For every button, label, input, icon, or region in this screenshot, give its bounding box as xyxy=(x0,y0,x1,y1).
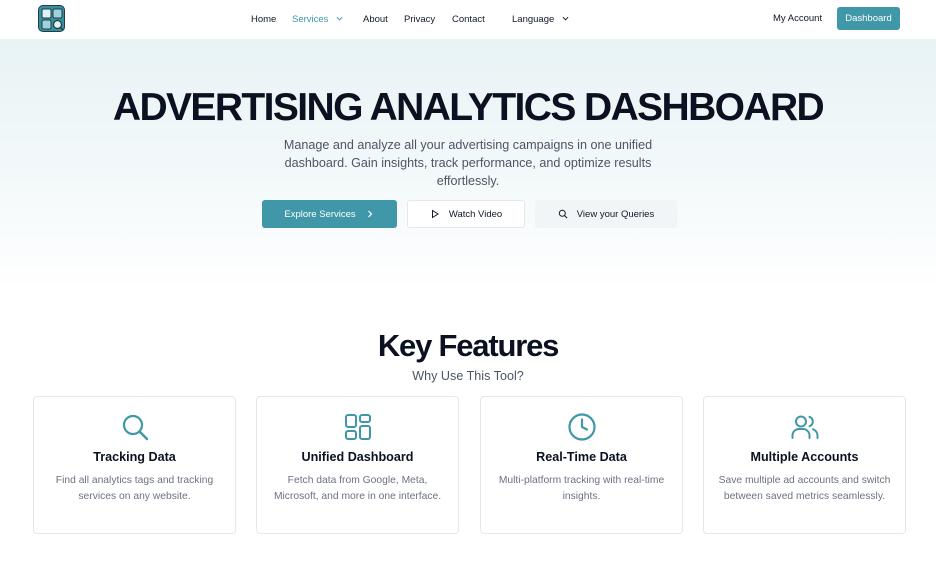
feature-title: Multiple Accounts xyxy=(750,450,859,464)
chevron-right-icon xyxy=(367,210,372,218)
hero-subtitle: Manage and analyze all your advertising … xyxy=(283,138,653,188)
nav-services-label: Services xyxy=(292,13,329,25)
features-title: Key Features xyxy=(377,328,560,363)
feature-title: Tracking Data xyxy=(93,450,176,464)
dashboard-button[interactable]: Dashboard xyxy=(837,7,900,30)
language-dropdown[interactable]: Language xyxy=(512,14,569,25)
app-logo[interactable] xyxy=(38,5,65,32)
hero-title: ADVERTISING ANALYTICS DASHBOARD xyxy=(112,86,825,129)
view-queries-label: View your Queries xyxy=(576,208,655,220)
top-navbar: Home Services About Privacy Contact Lang… xyxy=(0,0,936,40)
feature-description: Fetch data from Google, Meta, Microsoft,… xyxy=(273,475,442,502)
play-icon xyxy=(431,209,439,219)
nav-privacy[interactable]: Privacy xyxy=(404,14,435,25)
nav-home[interactable]: Home xyxy=(251,14,276,25)
watch-video-button[interactable]: Watch Video xyxy=(407,200,525,228)
search-icon xyxy=(558,209,568,219)
explore-services-button[interactable]: Explore Services xyxy=(262,200,397,228)
dashboard-grid-icon xyxy=(345,414,371,440)
features-subtitle: Why Use This Tool? xyxy=(412,369,524,383)
feature-description: Multi-platform tracking with real-time i… xyxy=(498,475,665,502)
search-icon xyxy=(122,414,149,441)
feature-title: Real-Time Data xyxy=(536,450,627,464)
nav-services[interactable]: Services xyxy=(292,14,343,25)
feature-card-dashboard: Unified Dashboard Fetch data from Google… xyxy=(256,396,459,534)
explore-services-label: Explore Services xyxy=(284,208,356,220)
feature-card-accounts: Multiple Accounts Save multiple ad accou… xyxy=(703,396,906,534)
logo-icon xyxy=(41,8,64,31)
feature-description: Find all analytics tags and tracking ser… xyxy=(55,475,214,502)
feature-card-realtime: Real-Time Data Multi-platform tracking w… xyxy=(480,396,683,534)
my-account-link[interactable]: My Account xyxy=(773,13,822,24)
language-label: Language xyxy=(512,13,555,25)
feature-title: Unified Dashboard xyxy=(301,450,414,464)
view-queries-button[interactable]: View your Queries xyxy=(535,200,677,228)
nav-about[interactable]: About xyxy=(363,14,388,25)
feature-card-tracking: Tracking Data Find all analytics tags an… xyxy=(33,396,236,534)
nav-contact[interactable]: Contact xyxy=(452,14,485,25)
clock-icon xyxy=(568,413,596,441)
users-icon xyxy=(791,415,819,439)
chevron-down-icon xyxy=(562,17,569,21)
chevron-down-icon xyxy=(336,17,343,21)
feature-description: Save multiple ad accounts and switch bet… xyxy=(718,475,891,502)
watch-video-label: Watch Video xyxy=(448,208,503,220)
